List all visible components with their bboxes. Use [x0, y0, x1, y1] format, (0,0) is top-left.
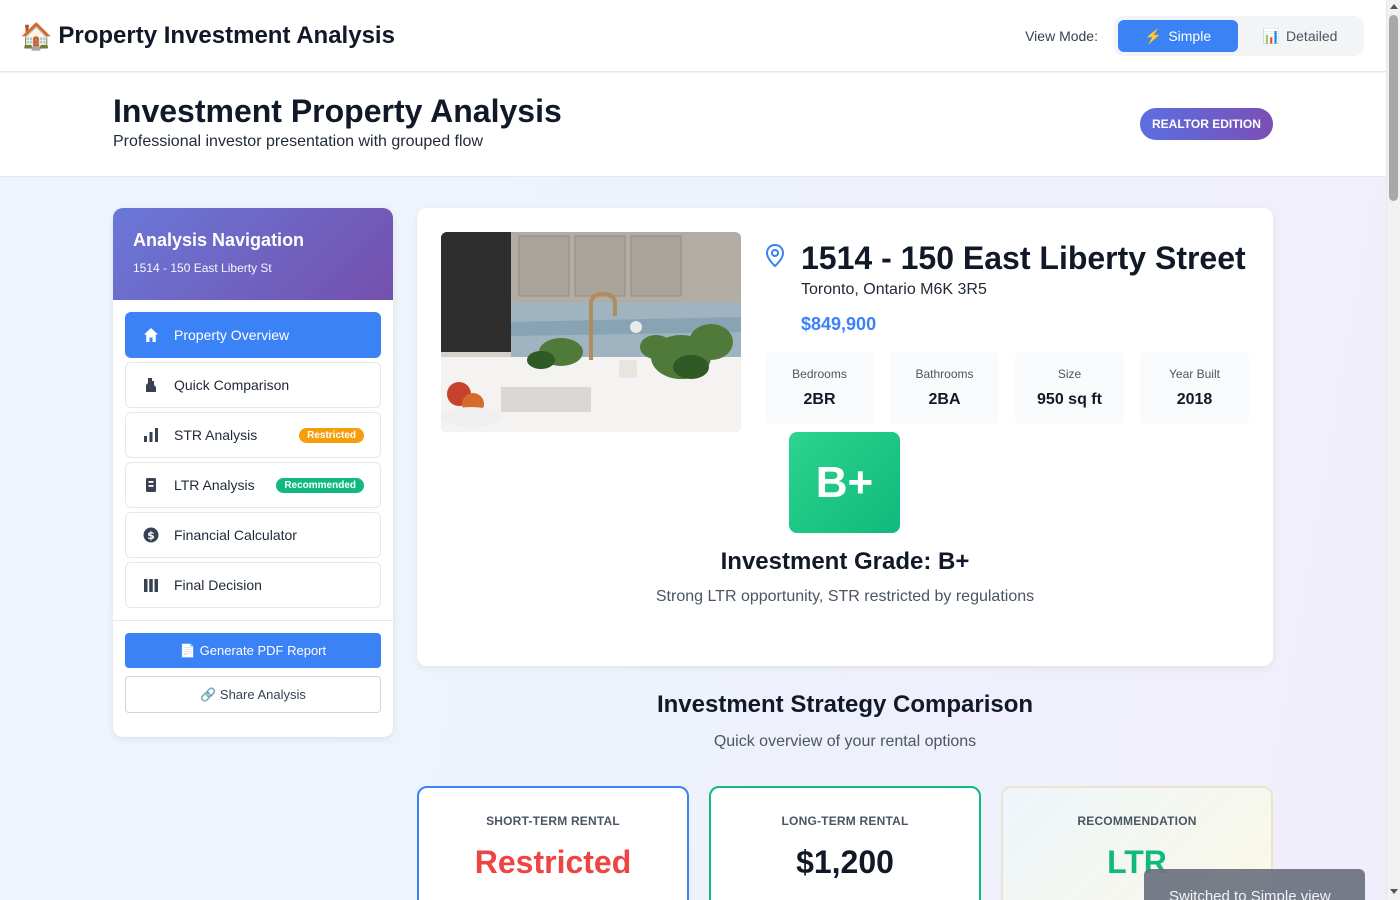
property-photo	[441, 232, 741, 432]
nav-item-label: LTR Analysis	[174, 477, 255, 493]
nav-item-quick-comparison[interactable]: Quick Comparison	[125, 362, 381, 408]
sidebar-subtitle: 1514 - 150 East Liberty St	[133, 261, 272, 275]
scroll-down-arrow-icon[interactable]	[1390, 889, 1398, 894]
columns-icon	[142, 576, 160, 594]
sidebar-nav: Property Overview Quick Comparison STR A…	[113, 300, 393, 608]
investment-grade-description: Strong LTR opportunity, STR restricted b…	[655, 588, 1035, 605]
stat-label: Year Built	[1169, 367, 1220, 381]
svg-text:$: $	[147, 529, 155, 542]
stat-bathrooms: Bathrooms 2BA	[890, 352, 999, 424]
nav-item-label: Quick Comparison	[174, 377, 290, 393]
card-label: SHORT-TERM RENTAL	[486, 814, 620, 828]
house-icon: 🏠	[20, 20, 53, 51]
compare-icon	[142, 376, 160, 394]
ltr-comparison-card: LONG-TERM RENTAL $1,200	[709, 786, 981, 900]
app-title-text: Property Investment Analysis	[58, 21, 395, 49]
nav-item-financial-calculator[interactable]: $ Financial Calculator	[125, 512, 381, 558]
card-value: Restricted	[474, 844, 632, 880]
stat-value: 2BA	[928, 391, 961, 408]
sidebar-header: Analysis Navigation 1514 - 150 East Libe…	[113, 208, 393, 300]
bar-chart-icon	[142, 426, 160, 444]
location-pin-icon	[765, 243, 785, 273]
sidebar-divider	[113, 620, 393, 621]
chart-icon: 📊	[1262, 27, 1281, 44]
nav-item-ltr-analysis[interactable]: LTR Analysis Recommended	[125, 462, 381, 508]
building-icon	[142, 476, 160, 494]
simple-mode-label: Simple	[1168, 28, 1212, 44]
view-mode-switcher: View Mode: ⚡ Simple 📊 Detailed	[1025, 16, 1364, 56]
sidebar-title: Analysis Navigation	[133, 230, 305, 250]
lightning-icon: ⚡	[1144, 27, 1163, 44]
comparison-subtitle: Quick overview of your rental options	[713, 733, 977, 750]
property-city: Toronto, Ontario M6K 3R5	[801, 281, 987, 298]
recommended-badge: Recommended	[276, 478, 364, 493]
property-address: 1514 - 150 East Liberty Street	[801, 240, 1246, 276]
investment-grade-title: Investment Grade: B+	[720, 548, 970, 575]
property-card: 1514 - 150 East Liberty Street Toronto, …	[417, 208, 1273, 666]
comparison-title: Investment Strategy Comparison	[656, 691, 1034, 718]
detailed-mode-button[interactable]: 📊 Detailed	[1240, 20, 1360, 52]
scroll-up-arrow-icon[interactable]	[1390, 4, 1398, 9]
dollar-icon: $	[142, 526, 160, 544]
stat-bedrooms: Bedrooms 2BR	[765, 352, 874, 424]
page-subtitle: Professional investor presentation with …	[113, 133, 483, 150]
nav-item-str-analysis[interactable]: STR Analysis Restricted	[125, 412, 381, 458]
page-header: Investment Property Analysis Professiona…	[0, 73, 1386, 177]
home-icon	[142, 326, 160, 344]
stat-value: 950 sq ft	[1037, 391, 1102, 408]
nav-item-label: STR Analysis	[174, 427, 258, 443]
nav-item-label: Property Overview	[174, 327, 290, 343]
str-comparison-card: SHORT-TERM RENTAL Restricted	[417, 786, 689, 900]
restricted-badge: Restricted	[299, 428, 364, 443]
card-value: $1,200	[796, 844, 894, 880]
detailed-mode-label: Detailed	[1286, 28, 1338, 44]
stat-label: Bathrooms	[915, 367, 974, 381]
simple-mode-button[interactable]: ⚡ Simple	[1118, 20, 1238, 52]
app-title: 🏠 Property Investment Analysis	[20, 22, 395, 50]
stat-year-built: Year Built 2018	[1140, 352, 1249, 424]
page-scrollbar[interactable]	[1386, 0, 1400, 900]
card-label: RECOMMENDATION	[1077, 814, 1197, 828]
view-mode-label: View Mode:	[1025, 28, 1098, 44]
top-bar: 🏠 Property Investment Analysis View Mode…	[0, 0, 1386, 72]
stat-label: Size	[1057, 367, 1082, 381]
generate-pdf-button[interactable]: 📄 Generate PDF Report	[125, 633, 381, 668]
analysis-sidebar: Analysis Navigation 1514 - 150 East Libe…	[113, 208, 393, 737]
property-stats: Bedrooms 2BR Bathrooms 2BA Size 950 sq f…	[765, 352, 1249, 424]
nav-item-final-decision[interactable]: Final Decision	[125, 562, 381, 608]
card-label: LONG-TERM RENTAL	[781, 814, 909, 828]
scrollbar-thumb[interactable]	[1389, 15, 1398, 201]
page-title: Investment Property Analysis	[113, 93, 562, 129]
property-price: $849,900	[801, 314, 877, 334]
toast-notification: Switched to Simple view	[1144, 869, 1365, 900]
stat-value: 2BR	[803, 391, 836, 408]
view-mode-toggle: ⚡ Simple 📊 Detailed	[1114, 16, 1364, 56]
nav-item-label: Final Decision	[174, 577, 262, 593]
nav-item-label: Financial Calculator	[174, 527, 297, 543]
stat-value: 2018	[1176, 391, 1213, 408]
realtor-edition-badge: REALTOR EDITION	[1140, 108, 1273, 140]
share-analysis-button[interactable]: 🔗 Share Analysis	[125, 676, 381, 713]
nav-item-property-overview[interactable]: Property Overview	[125, 312, 381, 358]
investment-grade-box: B+	[789, 432, 900, 533]
stat-label: Bedrooms	[792, 367, 847, 381]
stat-size: Size 950 sq ft	[1015, 352, 1124, 424]
